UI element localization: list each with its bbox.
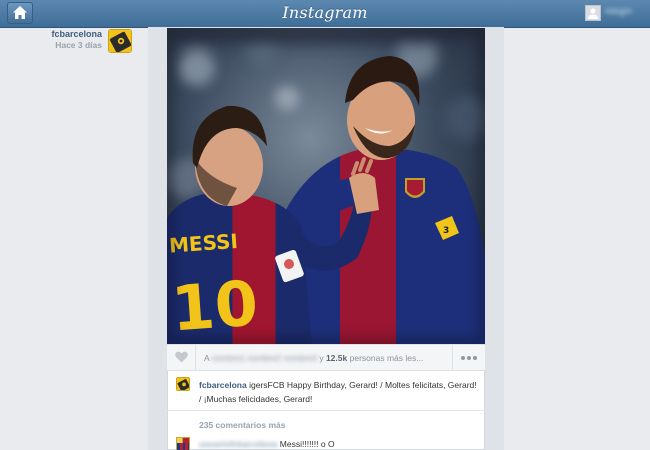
user-avatar[interactable] xyxy=(585,5,601,21)
post-caption: fcbarcelona igersFCB Happy Birthday, Ger… xyxy=(199,378,479,406)
likers-names[interactable]: nombre1 nombre2 nombre3 xyxy=(212,353,317,363)
heart-icon xyxy=(175,351,188,363)
poster-avatar[interactable] xyxy=(108,29,132,53)
profile-username[interactable]: mlogm xyxy=(605,6,632,16)
post-timestamp[interactable]: Hace 3 días xyxy=(10,40,102,50)
comment-username[interactable]: usuariofcbarcelona xyxy=(199,439,277,449)
likes-conjunction: y xyxy=(319,353,324,363)
fcbarcelona-avatar-icon xyxy=(177,378,189,390)
commenter-avatar[interactable] xyxy=(176,437,190,450)
post-meta: fcbarcelona Hace 3 días xyxy=(10,29,102,50)
top-bar: Instagram mlogm xyxy=(0,0,650,28)
fcbarcelona-avatar-icon xyxy=(109,30,131,52)
svg-text:3: 3 xyxy=(443,226,449,236)
post-actions: A nombre1 nombre2 nombre3 y 12.5k person… xyxy=(167,344,485,371)
poster-username[interactable]: fcbarcelona xyxy=(10,29,102,39)
more-comments-link[interactable]: 235 comentarios más xyxy=(199,420,285,430)
likes-summary[interactable]: A nombre1 nombre2 nombre3 y 12.5k person… xyxy=(204,353,423,363)
comment-text: Messi!!!!!!! o O xyxy=(279,439,335,449)
likes-suffix: personas más les... xyxy=(349,353,424,363)
like-button[interactable] xyxy=(167,345,196,370)
comment: usuariofcbarcelona Messi!!!!!!! o O xyxy=(199,439,335,449)
post-photo[interactable]: 3 MESSI 10 xyxy=(167,28,485,344)
caption-avatar[interactable] xyxy=(176,377,190,391)
caption-username[interactable]: fcbarcelona xyxy=(199,380,247,390)
likes-prefix: A xyxy=(204,353,210,363)
likes-count[interactable]: 12.5k xyxy=(326,353,347,363)
players-celebrating-image: 3 MESSI 10 xyxy=(167,28,485,344)
instagram-logo[interactable]: Instagram xyxy=(0,3,650,22)
svg-text:10: 10 xyxy=(169,267,260,344)
user-silhouette-icon xyxy=(588,8,598,19)
fcb-crest-avatar-icon xyxy=(176,437,190,450)
svg-text:MESSI: MESSI xyxy=(168,229,238,258)
more-options-button[interactable] xyxy=(452,345,485,370)
caption-divider xyxy=(167,410,485,411)
